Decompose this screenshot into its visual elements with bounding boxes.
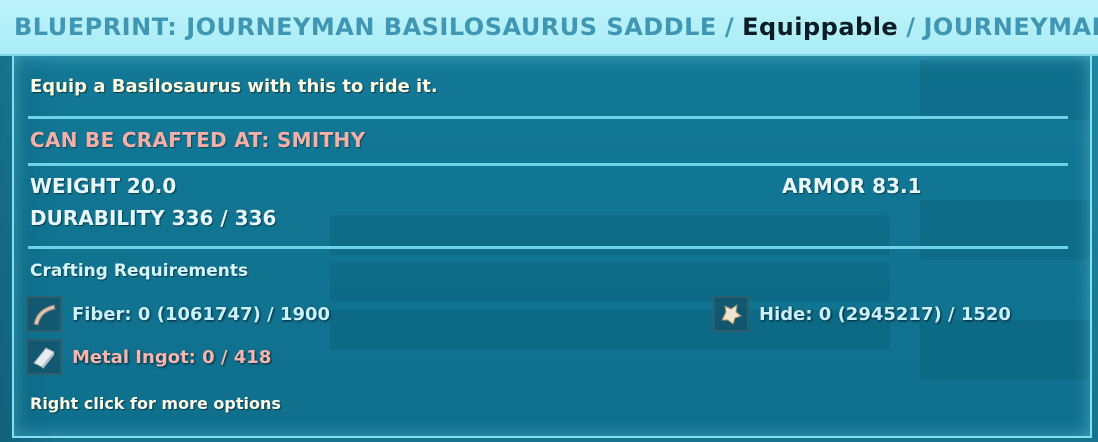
durability-stat: DURABILITY 336 / 336 (30, 206, 277, 230)
metal-ingot-icon (26, 339, 62, 375)
divider (28, 246, 1068, 249)
equippable-label: Equippable (742, 13, 899, 41)
item-title: BLUEPRINT: JOURNEYMAN BASILOSAURUS SADDL… (14, 13, 717, 41)
crafting-station-label: CAN BE CRAFTED AT: SMITHY (30, 128, 366, 152)
divider (28, 116, 1068, 119)
requirement-label: Hide: 0 (2945217) / 1520 (759, 303, 1011, 325)
fiber-icon (26, 296, 62, 332)
requirement-metal-ingot: Metal Ingot: 0 / 418 (26, 339, 271, 375)
requirement-label: Fiber: 0 (1061747) / 1900 (72, 303, 331, 325)
right-click-hint: Right click for more options (30, 394, 281, 413)
header-separator-2: / (906, 13, 916, 41)
crafting-requirements-heading: Crafting Requirements (30, 261, 249, 281)
requirement-fiber: Fiber: 0 (1061747) / 1900 (26, 296, 330, 332)
quality-label: JOURNEYMAN (923, 13, 1098, 41)
weight-stat: WEIGHT 20.0 (30, 174, 177, 198)
requirement-hide: Hide: 0 (2945217) / 1520 (713, 296, 1011, 332)
requirement-label: Metal Ingot: 0 / 418 (72, 346, 272, 368)
item-description: Equip a Basilosaurus with this to ride i… (30, 76, 438, 97)
item-tooltip-panel: Equip a Basilosaurus with this to ride i… (12, 56, 1092, 438)
armor-stat: ARMOR 83.1 (782, 174, 922, 198)
divider (28, 163, 1068, 166)
hide-icon (713, 296, 749, 332)
tooltip-header: BLUEPRINT: JOURNEYMAN BASILOSAURUS SADDL… (0, 0, 1098, 56)
header-separator: / (724, 13, 735, 41)
